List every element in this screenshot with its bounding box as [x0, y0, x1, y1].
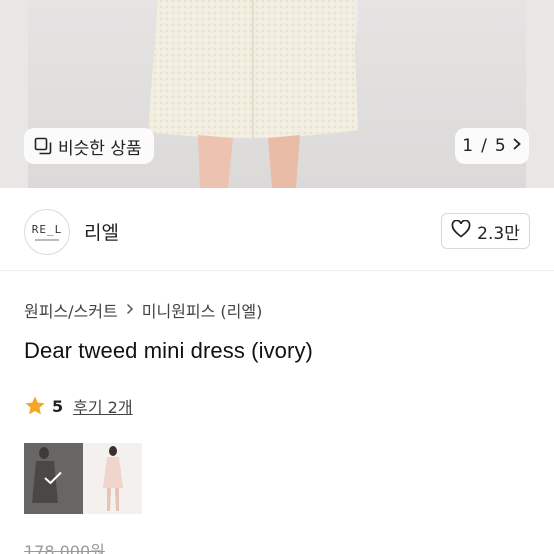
- original-price: 178,000원: [24, 542, 105, 554]
- copy-icon: [34, 137, 52, 155]
- breadcrumb-item-category[interactable]: 원피스/스커트: [24, 298, 118, 322]
- rating-row: 5 후기 2개: [24, 394, 133, 418]
- breadcrumb: 원피스/스커트 미니원피스 (리엘): [24, 298, 262, 322]
- chevron-right-icon: [512, 136, 522, 156]
- thumbnail-1[interactable]: [24, 443, 83, 514]
- shop-logo-underline: [35, 238, 59, 241]
- similar-products-button[interactable]: 비슷한 상품: [24, 128, 154, 164]
- thumbnail-strip: [24, 443, 142, 514]
- shop-info-row: RE_L 리엘 2.3만: [0, 188, 554, 271]
- heart-icon: [451, 219, 471, 243]
- shop-logo-text: RE_L: [31, 222, 63, 236]
- counter-total: 5: [494, 136, 506, 156]
- image-counter[interactable]: 1 / 5: [455, 128, 529, 164]
- like-count: 2.3만: [477, 223, 520, 244]
- check-icon: [43, 470, 63, 486]
- chevron-right-icon: [126, 301, 134, 319]
- product-title: Dear tweed mini dress (ivory): [24, 338, 313, 363]
- rating-score: 5: [52, 396, 64, 416]
- like-button[interactable]: 2.3만: [441, 213, 530, 249]
- breadcrumb-item-subcategory[interactable]: 미니원피스 (리엘): [142, 298, 263, 322]
- shop-logo[interactable]: RE_L: [24, 209, 70, 255]
- similar-products-label: 비슷한 상품: [58, 138, 142, 159]
- counter-current: 1: [462, 136, 474, 156]
- counter-separator: /: [481, 136, 487, 156]
- shop-name[interactable]: 리엘: [84, 218, 119, 245]
- reviews-link[interactable]: 후기 2개: [73, 394, 132, 418]
- star-icon: [24, 395, 46, 417]
- thumbnail-2[interactable]: [83, 443, 142, 514]
- product-image-gallery[interactable]: 비슷한 상품 1 / 5: [0, 0, 554, 188]
